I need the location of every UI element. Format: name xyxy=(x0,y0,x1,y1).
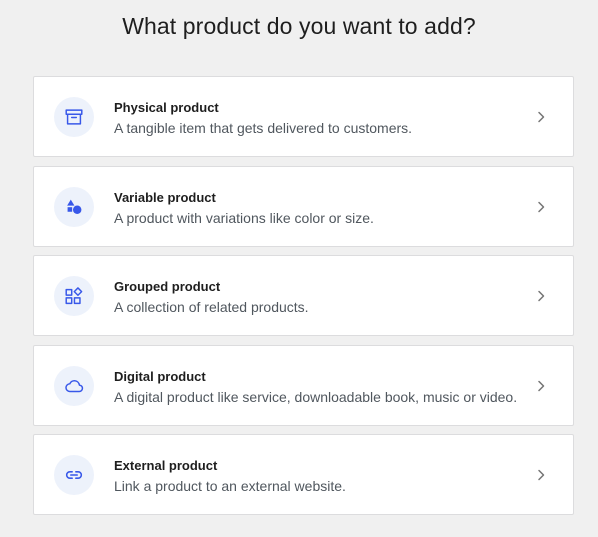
option-description: Link a product to an external website. xyxy=(114,478,346,494)
option-title: Physical product xyxy=(114,100,219,115)
option-physical-product[interactable]: Physical product A tangible item that ge… xyxy=(33,76,574,157)
external-product-icon-badge xyxy=(54,455,94,495)
option-description: A digital product like service, download… xyxy=(114,388,518,405)
option-title: Grouped product xyxy=(114,279,221,294)
option-title: Variable product xyxy=(114,189,216,205)
option-title: Digital product xyxy=(114,368,206,384)
option-description: A tangible item that gets delivered to c… xyxy=(114,120,413,136)
archive-box-icon xyxy=(65,109,83,125)
physical-product-icon-badge xyxy=(54,97,94,137)
option-grouped-product[interactable]: Grouped product A collection of related … xyxy=(33,255,574,336)
chevron-right-icon xyxy=(533,287,549,305)
chevron-right-icon xyxy=(533,377,549,395)
shapes-icon xyxy=(67,199,82,214)
option-external-product[interactable]: External product Link a product to an ex… xyxy=(33,434,574,515)
page-title: What product do you want to add? xyxy=(122,13,476,39)
chevron-right-icon xyxy=(533,198,549,216)
option-description: A product with variations like color or … xyxy=(114,209,374,226)
product-type-list: Physical product A tangible item that ge… xyxy=(33,76,574,524)
digital-product-icon-badge xyxy=(54,365,94,406)
blocks-grid-icon xyxy=(65,287,83,305)
chevron-right-icon xyxy=(533,466,549,484)
option-description: A collection of related products. xyxy=(114,299,309,315)
option-title: External product xyxy=(114,458,218,473)
option-digital-product[interactable]: Digital product A digital product like s… xyxy=(33,344,574,426)
link-icon xyxy=(65,471,83,479)
chevron-right-icon xyxy=(533,108,549,126)
variable-product-icon-badge xyxy=(54,186,94,227)
option-variable-product[interactable]: Variable product A product with variatio… xyxy=(33,165,574,247)
grouped-product-icon-badge xyxy=(54,276,94,316)
cloud-icon xyxy=(65,379,84,392)
